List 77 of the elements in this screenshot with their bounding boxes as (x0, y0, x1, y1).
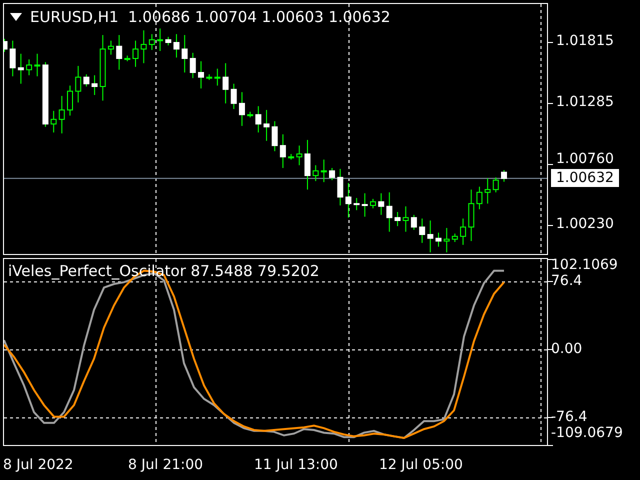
candlestick (362, 192, 368, 218)
candlestick (50, 110, 57, 133)
candlestick (238, 92, 245, 126)
candlestick (34, 53, 40, 77)
candlestick (386, 192, 392, 232)
candlestick (288, 153, 294, 160)
time-label: 8 Jul 21:00 (128, 457, 204, 473)
candlestick (296, 145, 302, 166)
price-label: 1.00760 (556, 152, 614, 166)
candlestick (444, 227, 450, 253)
oscillator-axis-label: 0.00 (551, 342, 582, 356)
candlestick (247, 111, 254, 118)
time-label: 8 Jul 2022 (3, 457, 74, 473)
candlestick (337, 168, 344, 206)
candlestick (222, 62, 229, 104)
candlestick (452, 233, 458, 242)
candlestick (320, 159, 327, 183)
candlestick (10, 40, 16, 77)
candlestick (410, 214, 417, 230)
candlestick (345, 182, 352, 218)
candlestick (132, 40, 139, 68)
indicator-legend: iVeles_Perfect_Oscilator 87.5488 79.5202 (8, 262, 320, 280)
dropdown-triangle-icon[interactable] (10, 13, 22, 21)
candlestick (280, 134, 286, 168)
candlestick (83, 74, 90, 87)
candlestick (272, 120, 278, 152)
candlestick (148, 34, 155, 50)
price-label: 1.00230 (556, 216, 614, 231)
candlestick (92, 74, 98, 96)
candlestick (501, 170, 507, 182)
candlestick (378, 192, 384, 216)
oscillator-axis-label: -76.4 (551, 410, 588, 424)
candlestick (198, 60, 204, 89)
candlestick (255, 106, 262, 133)
candlestick (402, 206, 409, 232)
candlestick (173, 34, 180, 58)
candlestick (329, 167, 336, 181)
price-label: 1.01285 (556, 95, 614, 110)
candlestick (157, 28, 164, 52)
candlestick (75, 65, 82, 103)
candlestick (165, 36, 172, 46)
candlestick (419, 218, 426, 244)
candlestick (190, 52, 196, 79)
time-label: 11 Jul 13:00 (254, 457, 338, 473)
candlestick (67, 85, 73, 116)
oscillator-axis-label: 102.1069 (551, 258, 618, 272)
candlestick (264, 109, 270, 142)
candlestick (476, 186, 482, 210)
candlestick (100, 34, 106, 102)
candlestick (492, 176, 499, 193)
candlestick (436, 232, 442, 248)
oscillator-axis-label: -109.0679 (551, 426, 623, 440)
candlestick (484, 178, 491, 204)
candlestick (18, 53, 24, 84)
candlestick (460, 218, 466, 246)
candlestick (58, 95, 65, 134)
chart-title: EURUSD,H1 1.00686 1.00704 1.00603 1.00632 (30, 8, 390, 26)
candlestick (370, 198, 376, 209)
candlestick (354, 197, 360, 211)
candlestick (214, 68, 220, 86)
candlestick (42, 62, 48, 128)
oscillator-axis-label: 76.4 (551, 274, 582, 288)
candlestick (206, 74, 212, 80)
candlestick (304, 139, 310, 190)
candlestick (108, 40, 114, 56)
price-label: 1.01815 (556, 34, 614, 48)
time-label: 12 Jul 05:00 (379, 457, 463, 473)
current-price-label: 1.00632 (551, 169, 619, 188)
candlestick (394, 212, 401, 227)
candlestick (182, 34, 188, 73)
candlestick (230, 83, 237, 110)
candlestick (140, 30, 147, 64)
candlestick (116, 34, 122, 70)
candlestick (124, 55, 130, 62)
candlestick (312, 164, 319, 182)
candlestick (468, 189, 474, 242)
candlestick (26, 58, 32, 76)
